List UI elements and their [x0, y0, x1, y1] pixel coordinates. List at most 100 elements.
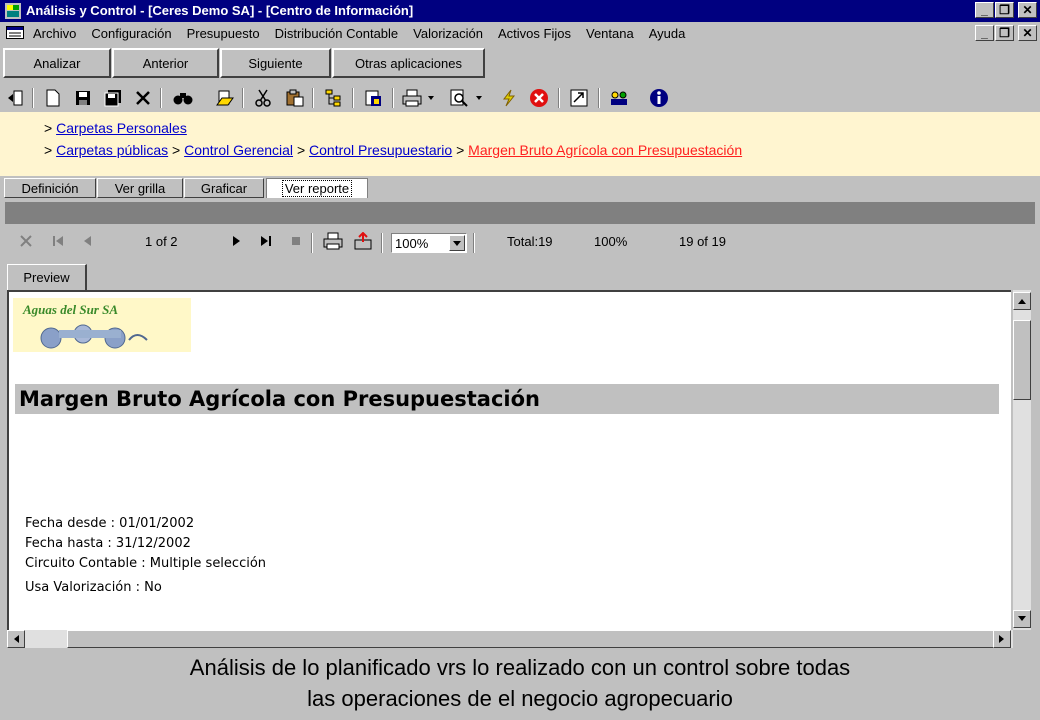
scroll-left-icon[interactable] — [7, 630, 25, 648]
tab-ver-grilla[interactable]: Ver grilla — [97, 178, 183, 198]
report-print-icon[interactable] — [323, 232, 343, 253]
scroll-right-icon[interactable] — [993, 630, 1011, 648]
tab-definicion[interactable]: Definición — [4, 178, 96, 198]
print-dropdown-icon[interactable] — [426, 87, 436, 109]
anterior-button[interactable]: Anterior — [112, 48, 219, 78]
breadcrumb-separator: > — [172, 142, 181, 158]
param-fecha-hasta: Fecha hasta : 31/12/2002 — [25, 536, 191, 551]
logo-graphic — [40, 324, 148, 349]
info-icon[interactable] — [648, 87, 670, 109]
breadcrumb-carpetas-personales[interactable]: Carpetas Personales — [56, 120, 187, 136]
tab-preview[interactable]: Preview — [7, 264, 87, 290]
child-close-button[interactable]: ✕ — [1018, 25, 1037, 41]
param-usa-valorizacion: Usa Valorización : No — [25, 580, 162, 595]
cut-icon[interactable] — [252, 87, 274, 109]
menu-archivo[interactable]: Archivo — [33, 26, 76, 41]
menu-distribucion-contable[interactable]: Distribución Contable — [275, 26, 399, 41]
menu-valorizacion[interactable]: Valorización — [413, 26, 483, 41]
scroll-down-icon[interactable] — [1013, 610, 1031, 628]
horizontal-scroll-thumb[interactable] — [67, 630, 1007, 648]
tree-icon[interactable] — [324, 87, 346, 109]
record-count: 19 of 19 — [679, 234, 726, 249]
logo-text: Aguas del Sur SA — [23, 302, 119, 317]
tab-ver-reporte-label: Ver reporte — [281, 180, 353, 197]
users-icon[interactable] — [608, 87, 630, 109]
zoom-percent: 100% — [594, 234, 628, 249]
caption-line-1: Análisis de lo planificado vrs lo realiz… — [189, 655, 851, 680]
viewer-toolbar: 1 of 2 100% Total:19 100% 19 of 19 — [5, 228, 1035, 258]
viewer-header-band — [5, 202, 1035, 224]
find-icon[interactable] — [172, 87, 194, 109]
caption-line-2: las operaciones de el negocio agropecuar… — [307, 686, 733, 711]
page-indicator: 1 of 2 — [145, 234, 178, 249]
menu-bar: Archivo Configuración Presupuesto Distri… — [0, 22, 1040, 44]
menu-ayuda[interactable]: Ayuda — [649, 26, 686, 41]
save-icon[interactable] — [72, 87, 94, 109]
minimize-button[interactable]: _ — [975, 2, 994, 18]
report-viewer: 1 of 2 100% Total:19 100% 19 of 19 Previ… — [5, 202, 1035, 648]
breadcrumb-panel: > Carpetas Personales > Carpetas pública… — [0, 112, 1040, 176]
last-page-icon[interactable] — [259, 234, 273, 251]
stop-icon[interactable] — [528, 87, 550, 109]
analizar-button[interactable]: Analizar — [3, 48, 111, 78]
zoom-value: 100% — [395, 236, 429, 251]
child-restore-button[interactable]: ❐ — [995, 25, 1014, 41]
command-bar: Analizar Anterior Siguiente Otras aplica… — [0, 46, 1040, 81]
otras-aplicaciones-button[interactable]: Otras aplicaciones — [332, 48, 485, 78]
print-icon[interactable] — [402, 87, 424, 109]
report-title: Margen Bruto Agrícola con Presupuestació… — [15, 384, 999, 414]
menu-presupuesto[interactable]: Presupuesto — [187, 26, 260, 41]
paste-icon[interactable] — [284, 87, 306, 109]
vertical-scrollbar[interactable] — [1013, 290, 1031, 630]
first-page-icon[interactable] — [51, 234, 65, 251]
company-logo: Aguas del Sur SA — [13, 298, 191, 352]
zoom-select[interactable]: 100% — [391, 233, 467, 253]
properties-icon[interactable] — [362, 87, 384, 109]
slide-caption: Análisis de lo planificado vrs lo realiz… — [0, 652, 1040, 720]
report-page: Aguas del Sur SA Margen Bruto Agrícola c… — [7, 290, 1011, 630]
previous-page-icon[interactable] — [81, 234, 95, 251]
document-window-icon[interactable] — [6, 26, 24, 39]
next-page-icon[interactable] — [229, 234, 243, 251]
breadcrumb-prefix: > — [44, 142, 53, 158]
param-fecha-desde: Fecha desde : 01/01/2002 — [25, 516, 195, 531]
menu-ventana[interactable]: Ventana — [586, 26, 634, 41]
vertical-scroll-thumb[interactable] — [1013, 320, 1031, 400]
tab-ver-reporte[interactable]: Ver reporte — [266, 178, 368, 198]
child-minimize-button[interactable]: _ — [975, 25, 994, 41]
siguiente-button[interactable]: Siguiente — [220, 48, 331, 78]
total-records: Total:19 — [507, 234, 553, 249]
breadcrumb-prefix: > — [44, 120, 53, 136]
new-icon[interactable] — [42, 87, 64, 109]
tab-graficar[interactable]: Graficar — [184, 178, 264, 198]
print-preview-icon[interactable] — [448, 87, 470, 109]
stop-loading-icon[interactable] — [289, 234, 303, 251]
menu-configuracion[interactable]: Configuración — [91, 26, 171, 41]
title-bar: Análisis y Control - [Ceres Demo SA] - [… — [0, 0, 1040, 22]
back-icon[interactable] — [4, 87, 26, 109]
horizontal-scrollbar[interactable] — [7, 630, 1013, 648]
delete-icon[interactable] — [132, 87, 154, 109]
menu-activos-fijos[interactable]: Activos Fijos — [498, 26, 571, 41]
run-icon[interactable] — [498, 87, 520, 109]
save-all-icon[interactable] — [102, 87, 124, 109]
restore-button[interactable]: ❐ — [995, 2, 1014, 18]
report-export-icon[interactable] — [353, 231, 373, 253]
export-icon[interactable] — [568, 87, 590, 109]
chevron-down-icon[interactable] — [449, 235, 465, 251]
view-tabs: Definición Ver grilla Graficar Ver repor… — [0, 176, 1040, 200]
breadcrumb-control-gerencial[interactable]: Control Gerencial — [184, 142, 293, 158]
app-icon — [5, 3, 21, 19]
window-title: Análisis y Control - [Ceres Demo SA] - [… — [26, 3, 414, 18]
breadcrumb-separator: > — [456, 142, 465, 158]
close-button[interactable]: ✕ — [1018, 2, 1037, 18]
open-folder-icon[interactable] — [214, 87, 236, 109]
scroll-up-icon[interactable] — [1013, 292, 1031, 310]
breadcrumb-control-presupuestario[interactable]: Control Presupuestario — [309, 142, 452, 158]
param-circuito-contable: Circuito Contable : Multiple selección — [25, 556, 267, 571]
breadcrumb-current-report[interactable]: Margen Bruto Agrícola con Presupuestació… — [468, 142, 742, 158]
breadcrumb-separator: > — [296, 142, 306, 158]
preview-dropdown-icon[interactable] — [474, 87, 484, 109]
breadcrumb-carpetas-publicas[interactable]: Carpetas públicas — [56, 142, 168, 158]
close-report-icon[interactable] — [19, 234, 33, 251]
